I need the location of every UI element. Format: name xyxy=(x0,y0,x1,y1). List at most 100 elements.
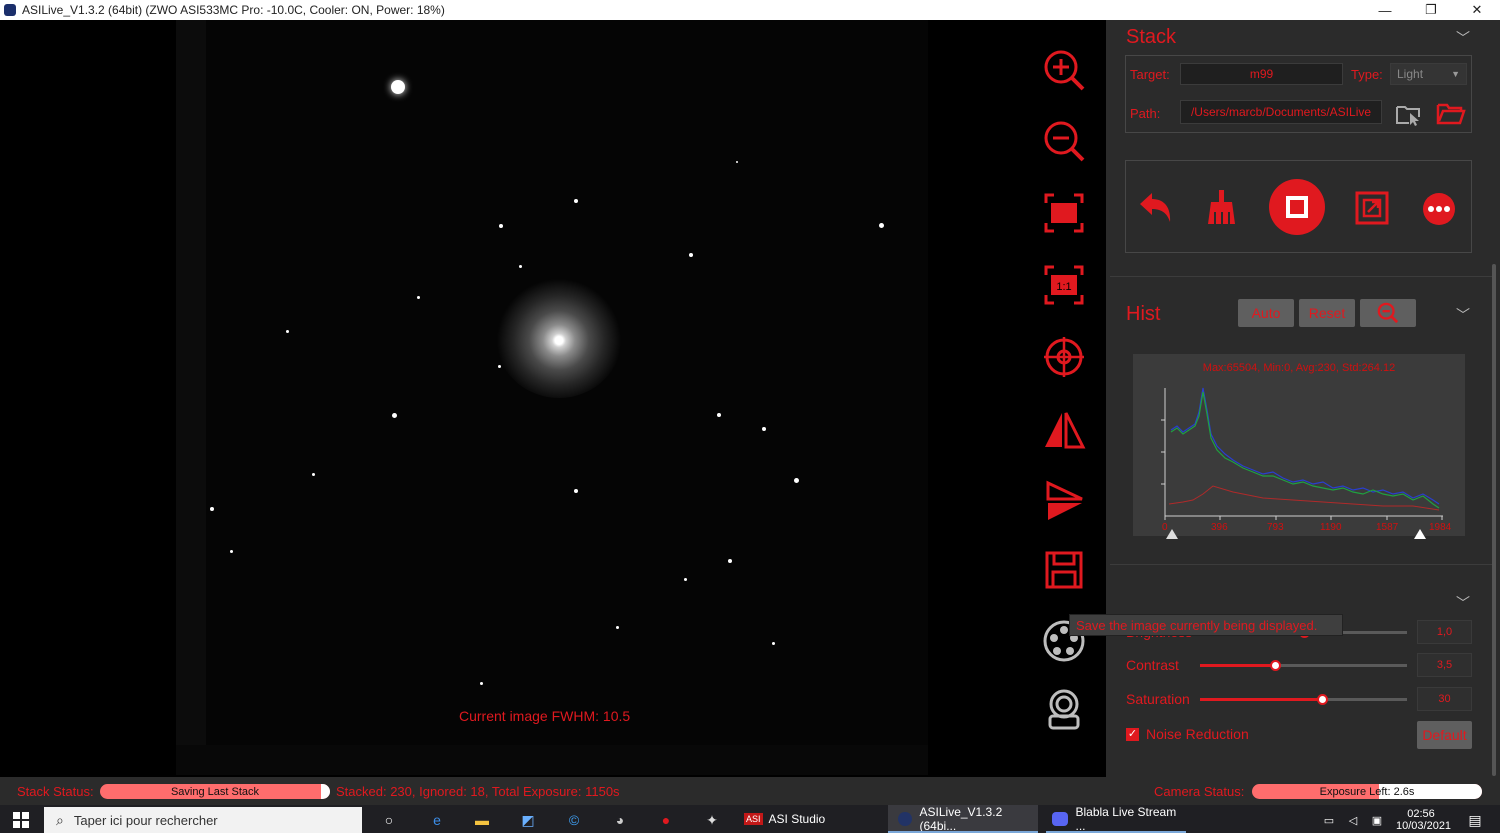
star xyxy=(312,473,315,476)
panel-scrollbar[interactable] xyxy=(1492,264,1496,776)
window-title: ASILive_V1.3.2 (64bit) (ZWO ASI533MC Pro… xyxy=(22,3,445,17)
taskbar-search[interactable]: ⌕ Taper ici pour rechercher xyxy=(44,807,362,833)
more-icon[interactable] xyxy=(1422,192,1456,226)
app-icon[interactable]: © xyxy=(565,811,583,829)
fit-screen-icon[interactable] xyxy=(1040,189,1088,237)
camera-status-label: Camera Status: xyxy=(1154,784,1245,799)
black-point-handle[interactable] xyxy=(1166,529,1178,539)
app-icon[interactable]: ◕ xyxy=(611,811,629,829)
app-icon[interactable]: ◩ xyxy=(519,811,537,829)
export-icon[interactable] xyxy=(1354,190,1390,226)
tick-label: 793 xyxy=(1267,522,1284,533)
contrast-knob[interactable] xyxy=(1269,660,1281,671)
taskbar-asilive[interactable]: ASILive_V1.3.2 (64bi... xyxy=(888,805,1038,833)
save-tooltip: Save the image currently being displayed… xyxy=(1069,614,1343,636)
hist-title: Hist xyxy=(1126,303,1161,325)
taskbar-app-label: ASILive_V1.3.2 (64bi... xyxy=(919,805,1003,833)
hist-zoom-out-icon[interactable] xyxy=(1360,299,1416,327)
auto-button[interactable]: Auto xyxy=(1238,299,1294,327)
task-view-icon[interactable]: ○ xyxy=(380,811,398,829)
histogram-plot xyxy=(1161,387,1443,520)
type-value: Light xyxy=(1397,67,1424,81)
network-icon[interactable]: ▭ xyxy=(1320,811,1338,829)
close-button[interactable]: ✕ xyxy=(1454,0,1500,20)
app-icon[interactable]: ● xyxy=(657,811,675,829)
maximize-button[interactable]: ❐ xyxy=(1408,0,1454,20)
camera-icon[interactable] xyxy=(1040,686,1088,734)
minimize-button[interactable]: — xyxy=(1362,0,1408,20)
sound-icon[interactable]: ◁ xyxy=(1344,811,1362,829)
saturation-value[interactable]: 30 xyxy=(1417,687,1472,711)
contrast-slider[interactable] xyxy=(1200,660,1407,671)
star xyxy=(392,413,397,418)
undo-icon[interactable] xyxy=(1136,190,1174,226)
star xyxy=(498,365,501,368)
tick-label: 1587 xyxy=(1376,522,1399,533)
star xyxy=(417,296,420,299)
clean-icon[interactable] xyxy=(1203,188,1239,226)
actual-size-icon[interactable]: 1:1 xyxy=(1040,261,1088,309)
main-area: Current image FWHM: 10.5 1:1 Stack ﹀ Tar… xyxy=(0,20,1500,777)
contrast-label: Contrast xyxy=(1126,657,1179,673)
crosshair-icon[interactable] xyxy=(1040,333,1088,381)
stack-info: Stacked: 230, Ignored: 18, Total Exposur… xyxy=(336,784,620,799)
hist-collapse-chevron-icon[interactable]: ﹀ xyxy=(1456,305,1470,325)
star xyxy=(574,489,578,493)
saturation-label: Saturation xyxy=(1126,691,1190,707)
tick-label: 1984 xyxy=(1429,522,1452,533)
stop-button[interactable] xyxy=(1268,178,1326,236)
app-icon xyxy=(4,4,16,16)
adjust-collapse-chevron-icon[interactable]: ﹀ xyxy=(1456,593,1470,613)
stack-status-progress: Saving Last Stack xyxy=(100,784,330,799)
star xyxy=(574,199,578,203)
saturation-slider[interactable] xyxy=(1200,694,1407,705)
camera-status-text: Exposure Left: 2.6s xyxy=(1319,785,1415,798)
asilive-icon xyxy=(898,812,912,826)
saturation-knob[interactable] xyxy=(1317,694,1329,705)
date: 10/03/2021 xyxy=(1396,820,1452,832)
star xyxy=(391,80,405,94)
taskbar-discord[interactable]: Blabla Live Stream ... xyxy=(1046,805,1186,833)
noise-reduction-checkbox[interactable]: ✓ xyxy=(1126,728,1139,741)
zoom-out-icon[interactable] xyxy=(1040,117,1088,165)
brightness-value[interactable]: 1,0 xyxy=(1417,620,1472,644)
flip-vertical-icon[interactable] xyxy=(1040,477,1088,525)
noise-reduction-label: Noise Reduction xyxy=(1146,726,1249,742)
chevron-down-icon: ▼ xyxy=(1451,69,1460,79)
image-bottom-band xyxy=(176,745,928,775)
stack-status-label: Stack Status: xyxy=(17,784,94,799)
path-input[interactable]: /Users/marcb/Documents/ASILive xyxy=(1180,100,1382,124)
taskbar-asi-studio[interactable]: ASI ASI Studio xyxy=(744,805,825,833)
taskbar-app-label: ASI Studio xyxy=(768,812,826,826)
reset-button[interactable]: Reset xyxy=(1299,299,1355,327)
image-viewer[interactable]: Current image FWHM: 10.5 xyxy=(176,20,928,775)
battery-icon[interactable]: ▣ xyxy=(1368,811,1386,829)
file-explorer-icon[interactable]: ▬ xyxy=(473,811,491,829)
title-bar: ASILive_V1.3.2 (64bit) (ZWO ASI533MC Pro… xyxy=(0,0,1500,20)
target-input[interactable]: m99 xyxy=(1180,63,1343,85)
white-point-handle[interactable] xyxy=(1414,529,1426,539)
tick-label: 396 xyxy=(1211,522,1228,533)
windows-start-icon[interactable] xyxy=(12,811,30,829)
search-placeholder: Taper ici pour rechercher xyxy=(73,812,218,828)
star xyxy=(762,427,766,431)
app-icon[interactable]: ✦ xyxy=(703,811,721,829)
edge-icon[interactable]: e xyxy=(428,811,446,829)
clock[interactable]: 02:56 10/03/2021 xyxy=(1396,808,1452,832)
notifications-icon[interactable]: ▤ xyxy=(1466,811,1484,829)
save-icon[interactable] xyxy=(1040,546,1088,594)
default-button[interactable]: Default xyxy=(1417,721,1472,749)
type-select[interactable]: Light ▼ xyxy=(1390,63,1467,85)
select-folder-icon[interactable] xyxy=(1394,99,1422,127)
image-border xyxy=(176,20,206,775)
star xyxy=(689,253,693,257)
view-toolbar: 1:1 xyxy=(1030,20,1100,777)
flip-horizontal-icon[interactable] xyxy=(1040,405,1088,453)
status-bar: Stack Status: Saving Last Stack Stacked:… xyxy=(0,777,1500,805)
stack-collapse-chevron-icon[interactable]: ﹀ xyxy=(1456,28,1470,48)
divider xyxy=(1110,276,1492,277)
open-folder-icon[interactable] xyxy=(1436,99,1466,127)
contrast-value[interactable]: 3,5 xyxy=(1417,653,1472,677)
zoom-in-icon[interactable] xyxy=(1040,46,1088,94)
asi-studio-icon: ASI xyxy=(744,813,763,825)
